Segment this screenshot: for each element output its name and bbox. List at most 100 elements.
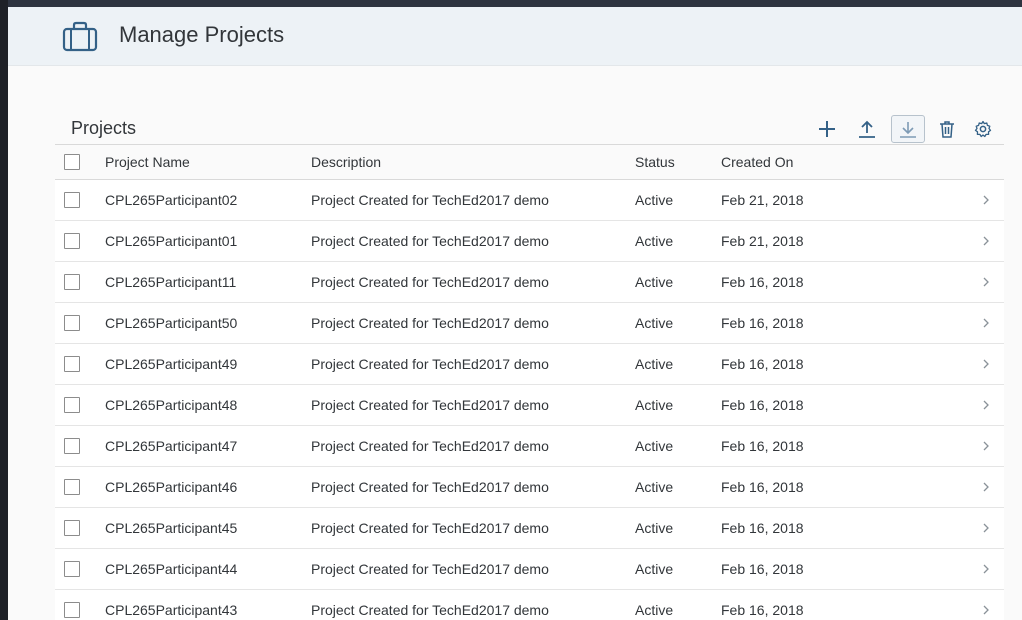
project-name-cell: CPL265Participant01 [105, 233, 238, 249]
download-icon [900, 122, 916, 138]
row-checkbox[interactable] [64, 438, 80, 454]
upload-icon [859, 120, 875, 138]
status-cell: Active [635, 233, 674, 249]
project-name-cell: CPL265Participant11 [105, 274, 237, 290]
project-name-cell: CPL265Participant45 [105, 520, 238, 536]
delete-button[interactable] [932, 115, 962, 143]
column-header-created-on[interactable]: Created On [721, 145, 793, 179]
table-row[interactable]: CPL265Participant46 Project Created for T… [55, 467, 1004, 508]
chevron-right-icon[interactable] [980, 522, 992, 534]
project-name-cell: CPL265Participant47 [105, 438, 238, 454]
created-on-cell: Feb 16, 2018 [721, 315, 804, 331]
chevron-right-icon[interactable] [980, 194, 992, 206]
created-on-cell: Feb 21, 2018 [721, 192, 804, 208]
created-on-cell: Feb 16, 2018 [721, 602, 804, 618]
row-checkbox[interactable] [64, 479, 80, 495]
created-on-cell: Feb 16, 2018 [721, 356, 804, 372]
select-all-checkbox[interactable] [64, 154, 80, 170]
table-row[interactable]: CPL265Participant48 Project Created for T… [55, 385, 1004, 426]
chevron-right-icon[interactable] [980, 481, 992, 493]
status-cell: Active [635, 274, 674, 290]
chevron-right-icon[interactable] [980, 317, 992, 329]
add-button[interactable] [812, 115, 842, 143]
project-name-cell: CPL265Participant48 [105, 397, 238, 413]
row-checkbox[interactable] [64, 561, 80, 577]
table-row[interactable]: CPL265Participant45 Project Created for T… [55, 508, 1004, 549]
chevron-right-icon[interactable] [980, 235, 992, 247]
table-row[interactable]: CPL265Participant50 Project Created for T… [55, 303, 1004, 344]
project-name-cell: CPL265Participant46 [105, 479, 238, 495]
description-cell: Project Created for TechEd2017 demo [311, 520, 549, 536]
status-cell: Active [635, 192, 674, 208]
created-on-cell: Feb 16, 2018 [721, 438, 804, 454]
upload-button[interactable] [852, 115, 882, 143]
description-cell: Project Created for TechEd2017 demo [311, 438, 549, 454]
description-cell: Project Created for TechEd2017 demo [311, 356, 549, 372]
row-checkbox[interactable] [64, 315, 80, 331]
table-row[interactable]: CPL265Participant44 Project Created for T… [55, 549, 1004, 590]
project-name-cell: CPL265Participant02 [105, 192, 238, 208]
chevron-right-icon[interactable] [980, 563, 992, 575]
description-cell: Project Created for TechEd2017 demo [311, 561, 549, 577]
status-cell: Active [635, 397, 674, 413]
description-cell: Project Created for TechEd2017 demo [311, 192, 549, 208]
project-name-cell: CPL265Participant49 [105, 356, 238, 372]
project-name-cell: CPL265Participant50 [105, 315, 238, 331]
column-header-status[interactable]: Status [635, 145, 675, 179]
table-row[interactable]: CPL265Participant11 Project Created for T… [55, 262, 1004, 303]
chevron-right-icon[interactable] [980, 604, 992, 616]
created-on-cell: Feb 16, 2018 [721, 397, 804, 413]
row-checkbox[interactable] [64, 192, 80, 208]
window-top-bar [0, 0, 1022, 7]
download-button[interactable] [891, 115, 925, 143]
app-window: Manage Projects Projects Project Name De… [8, 7, 1022, 620]
table-toolbar: Projects [55, 112, 1004, 146]
row-checkbox[interactable] [64, 233, 80, 249]
settings-button[interactable] [968, 115, 998, 143]
column-header-project-name[interactable]: Project Name [105, 145, 190, 179]
row-checkbox[interactable] [64, 520, 80, 536]
row-checkbox[interactable] [64, 602, 80, 618]
status-cell: Active [635, 602, 674, 618]
row-checkbox[interactable] [64, 397, 80, 413]
table-title: Projects [71, 118, 137, 138]
chevron-right-icon[interactable] [980, 358, 992, 370]
description-cell: Project Created for TechEd2017 demo [311, 274, 549, 290]
projects-table: Project Name Description Status Created … [55, 144, 1004, 620]
status-cell: Active [635, 561, 674, 577]
page-header: Manage Projects [8, 7, 1022, 66]
table-header-row: Project Name Description Status Created … [55, 144, 1004, 180]
row-checkbox[interactable] [64, 274, 80, 290]
page-title: Manage Projects [119, 22, 285, 47]
status-cell: Active [635, 438, 674, 454]
status-cell: Active [635, 479, 674, 495]
created-on-cell: Feb 16, 2018 [721, 561, 804, 577]
description-cell: Project Created for TechEd2017 demo [311, 233, 549, 249]
trash-icon [940, 121, 954, 138]
created-on-cell: Feb 16, 2018 [721, 520, 804, 536]
table-row[interactable]: CPL265Participant47 Project Created for T… [55, 426, 1004, 467]
table-row[interactable]: CPL265Participant43 Project Created for T… [55, 590, 1004, 620]
table-body: CPL265Participant02 Project Created for T… [55, 180, 1004, 620]
description-cell: Project Created for TechEd2017 demo [311, 602, 549, 618]
created-on-cell: Feb 21, 2018 [721, 233, 804, 249]
chevron-right-icon[interactable] [980, 399, 992, 411]
status-cell: Active [635, 520, 674, 536]
table-row[interactable]: CPL265Participant01 Project Created for T… [55, 221, 1004, 262]
chevron-right-icon[interactable] [980, 440, 992, 452]
plus-icon [819, 121, 835, 137]
row-checkbox[interactable] [64, 356, 80, 372]
table-row[interactable]: CPL265Participant49 Project Created for T… [55, 344, 1004, 385]
status-cell: Active [635, 315, 674, 331]
description-cell: Project Created for TechEd2017 demo [311, 397, 549, 413]
project-name-cell: CPL265Participant43 [105, 602, 238, 618]
table-row[interactable]: CPL265Participant02 Project Created for T… [55, 180, 1004, 221]
background-editor-strip [0, 0, 8, 620]
gear-icon [974, 120, 992, 138]
created-on-cell: Feb 16, 2018 [721, 274, 804, 290]
chevron-right-icon[interactable] [980, 276, 992, 288]
column-header-description[interactable]: Description [311, 145, 381, 179]
status-cell: Active [635, 356, 674, 372]
created-on-cell: Feb 16, 2018 [721, 479, 804, 495]
description-cell: Project Created for TechEd2017 demo [311, 315, 549, 331]
